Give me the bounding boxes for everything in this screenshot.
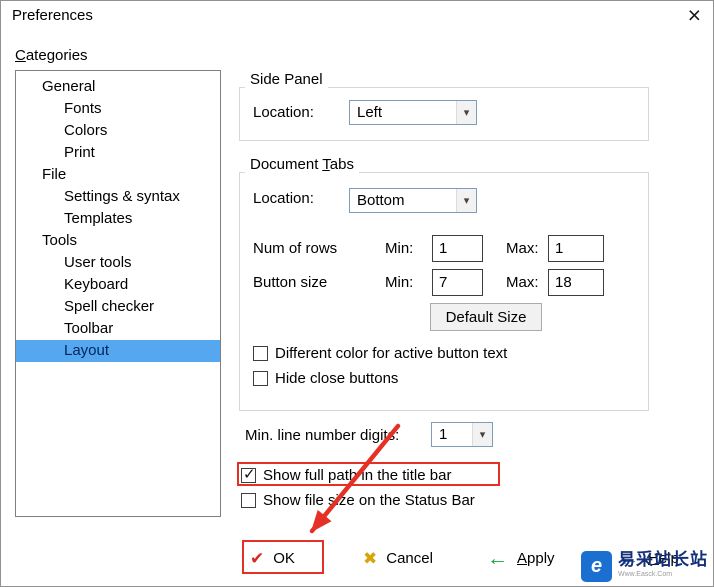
tabs-location-label: Location: <box>253 190 314 207</box>
show-full-path-checkbox-label: Show full path in the title bar <box>263 467 451 484</box>
default-size-button[interactable]: Default Size <box>430 303 542 331</box>
document-tabs-group-label: Document Tabs <box>245 156 359 173</box>
num-rows-max-label: Max: <box>506 240 539 257</box>
easck-logo-icon: e <box>581 551 612 582</box>
num-rows-min-label: Min: <box>385 240 413 257</box>
button-size-label: Button size <box>253 274 327 291</box>
min-line-digits-value: 1 <box>432 426 472 443</box>
hide-close-buttons-checkbox-label: Hide close buttons <box>275 370 398 387</box>
check-icon: ✓ <box>243 465 256 483</box>
min-line-digits-label: Min. line number digits: <box>245 427 399 444</box>
tabs-location-value: Bottom <box>350 192 456 209</box>
button-size-min-label: Min: <box>385 274 413 291</box>
button-size-max-input[interactable] <box>548 269 604 296</box>
chevron-down-icon: ▾ <box>456 189 476 212</box>
checkbox-box <box>241 493 256 508</box>
side-panel-location-value: Left <box>350 104 456 121</box>
button-size-max-label: Max: <box>506 274 539 291</box>
category-item-tools[interactable]: Tools <box>16 230 220 252</box>
num-rows-label: Num of rows <box>253 240 337 257</box>
category-item-colors[interactable]: Colors <box>16 120 220 142</box>
min-line-digits-select[interactable]: 1 ▾ <box>431 422 493 447</box>
num-rows-max-input[interactable] <box>548 235 604 262</box>
watermark-subtext: Www.Easck.Com <box>618 570 708 579</box>
category-item-templates[interactable]: Templates <box>16 208 220 230</box>
title-bar: Preferences × <box>1 1 713 31</box>
checkbox-box <box>253 371 268 386</box>
ok-button-label: OK <box>273 550 295 567</box>
apply-arrow-icon: ← <box>487 548 508 569</box>
checkbox-box-checked: ✓ <box>241 468 256 483</box>
side-panel-location-select[interactable]: Left ▾ <box>349 100 477 125</box>
show-full-path-checkbox[interactable]: ✓ Show full path in the title bar <box>241 466 451 484</box>
category-item-spell-checker[interactable]: Spell checker <box>16 296 220 318</box>
category-item-print[interactable]: Print <box>16 142 220 164</box>
category-item-keyboard[interactable]: Keyboard <box>16 274 220 296</box>
category-item-layout[interactable]: Layout <box>16 340 220 362</box>
cancel-button[interactable]: ✖ Cancel <box>363 545 433 572</box>
preferences-dialog: Preferences × Categories General Fonts C… <box>0 0 714 587</box>
category-item-settings-syntax[interactable]: Settings & syntax <box>16 186 220 208</box>
show-file-size-checkbox[interactable]: Show file size on the Status Bar <box>241 491 475 509</box>
show-file-size-checkbox-label: Show file size on the Status Bar <box>263 492 475 509</box>
tabs-location-select[interactable]: Bottom ▾ <box>349 188 477 213</box>
num-rows-min-input[interactable] <box>432 235 483 262</box>
watermark: e 易采站长站 Www.Easck.Com <box>581 549 708 582</box>
cancel-button-label: Cancel <box>386 550 433 567</box>
different-color-checkbox-label: Different color for active button text <box>275 345 507 362</box>
cancel-x-icon: ✖ <box>363 550 377 567</box>
category-item-toolbar[interactable]: Toolbar <box>16 318 220 340</box>
categories-label: Categories <box>15 47 88 64</box>
chevron-down-icon: ▾ <box>456 101 476 124</box>
checkbox-box <box>253 346 268 361</box>
chevron-down-icon: ▾ <box>472 423 492 446</box>
apply-button[interactable]: ← Apply <box>487 545 555 572</box>
category-item-general[interactable]: General <box>16 76 220 98</box>
category-item-fonts[interactable]: Fonts <box>16 98 220 120</box>
side-panel-group-label: Side Panel <box>245 71 328 88</box>
categories-list: General Fonts Colors Print File Settings… <box>15 70 221 517</box>
category-item-file[interactable]: File <box>16 164 220 186</box>
watermark-text: 易采站长站 <box>618 549 708 570</box>
close-icon[interactable]: × <box>688 2 701 28</box>
different-color-checkbox[interactable]: Different color for active button text <box>253 344 507 362</box>
category-item-user-tools[interactable]: User tools <box>16 252 220 274</box>
ok-button[interactable]: ✔ OK <box>250 545 295 572</box>
ok-check-icon: ✔ <box>250 550 264 567</box>
apply-button-label: Apply <box>517 550 555 567</box>
button-size-min-input[interactable] <box>432 269 483 296</box>
side-panel-location-label: Location: <box>253 104 314 121</box>
hide-close-buttons-checkbox[interactable]: Hide close buttons <box>253 369 398 387</box>
window-title: Preferences <box>12 7 93 24</box>
